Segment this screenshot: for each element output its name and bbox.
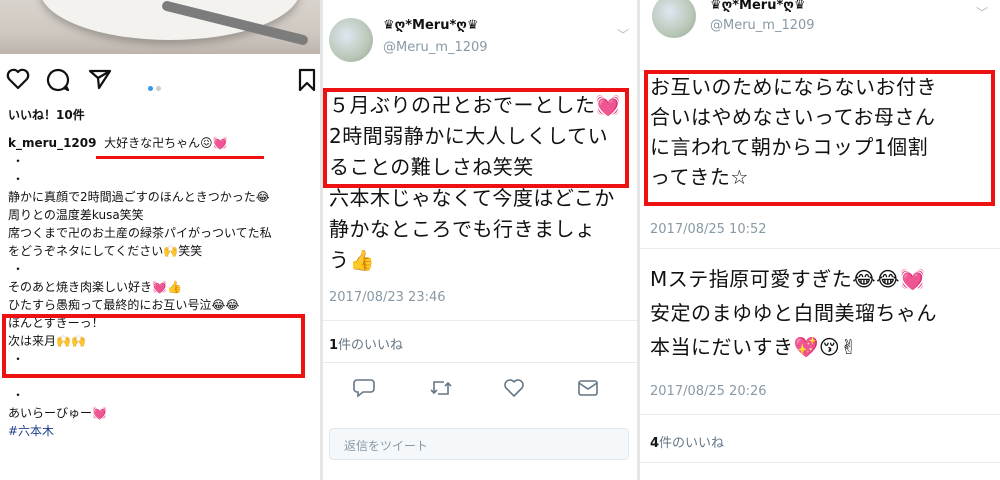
reply-placeholder: 返信をツイート xyxy=(344,439,429,453)
tweet-thread: ♛ღ*Meru*ღ♛ @Meru_m_1209 ﹀ お互いのためにならないお付き… xyxy=(640,0,1000,480)
divider xyxy=(323,362,637,363)
chevron-down-icon[interactable]: ﹀ xyxy=(976,4,988,21)
post-action-bar xyxy=(0,66,320,96)
tweet-line: Mステ指原可愛すぎた😂😂💓 xyxy=(650,267,926,291)
user-handle[interactable]: @Meru_m_1209 xyxy=(710,18,815,33)
like-count-number: 4 xyxy=(650,436,660,451)
bookmark-icon[interactable] xyxy=(298,68,316,92)
caption-line: ・ xyxy=(12,262,25,276)
heart-icon[interactable] xyxy=(6,68,30,90)
tweet-line: う👍 xyxy=(329,248,375,272)
avatar[interactable] xyxy=(652,0,696,38)
avatar[interactable] xyxy=(329,18,373,62)
caption-line: 静かに真顔で2時間過ごすのほんときつかった😂 xyxy=(8,190,270,204)
carousel-dots xyxy=(148,76,164,95)
like-count[interactable]: 4件のいいね xyxy=(650,432,724,451)
caption-line: ・ xyxy=(12,172,25,186)
caption-line: 席つくまで卍のお土産の緑茶パイがっついてた私 xyxy=(8,226,272,240)
divider xyxy=(640,248,1000,249)
like-count-label: 件のいいね xyxy=(659,436,725,451)
comment-icon[interactable] xyxy=(46,68,70,92)
highlight-box xyxy=(323,88,629,188)
user-handle[interactable]: @Meru_m_1209 xyxy=(383,40,488,55)
tweet-line: 安定のまゆゆと白間美瑠ちゃん xyxy=(650,301,937,325)
caption-line: そのあと焼き肉楽しい好き💓👍 xyxy=(8,280,182,294)
reply-input[interactable]: 返信をツイート xyxy=(329,428,629,460)
tweet-line: 本当にだいすき💖😚✌ xyxy=(650,335,858,359)
caption-line: をどうぞネタにしてください🙌笑笑 xyxy=(8,244,203,258)
divider xyxy=(640,462,1000,463)
hashtag-link[interactable]: #六本木 xyxy=(8,422,313,440)
like-count-number: 1 xyxy=(329,338,339,353)
reply-icon[interactable] xyxy=(353,378,375,398)
caption-line: ・ xyxy=(12,388,25,402)
highlight-box xyxy=(644,70,995,206)
caption-line: ・ xyxy=(12,154,25,168)
caption-line: k_meru_1209 大好きな卍ちゃん😖💓 xyxy=(8,134,313,152)
likes-count[interactable]: いいね！10件 xyxy=(8,106,85,123)
timestamp[interactable]: 2017/08/25 10:52 xyxy=(650,222,767,237)
tweet-line: 静かなところでも行きましょ xyxy=(329,217,596,241)
caption-line: ひたすら愚痴って最終的にお互い号泣😂😂 xyxy=(8,298,240,312)
display-name[interactable]: ♛ღ*Meru*ღ♛ xyxy=(710,0,806,13)
like-icon[interactable] xyxy=(503,378,525,398)
caption-line: 周りとの温度差kusa笑笑 xyxy=(8,208,144,222)
like-count[interactable]: 1件のいいね xyxy=(329,334,403,353)
timestamp[interactable]: 2017/08/23 23:46 xyxy=(329,290,446,305)
post-photo[interactable] xyxy=(0,0,320,54)
caption-line: あいらーびゅー💓 xyxy=(8,406,107,420)
divider xyxy=(640,414,1000,415)
highlight-underline xyxy=(96,156,264,159)
retweet-icon[interactable] xyxy=(429,378,453,398)
username[interactable]: k_meru_1209 xyxy=(8,136,96,150)
caption-text: 大好きな卍ちゃん😖💓 xyxy=(104,136,228,150)
post-caption: k_meru_1209 大好きな卍ちゃん😖💓 ・ ・ 静かに真顔で2時間過ごすの… xyxy=(8,134,313,440)
message-icon[interactable] xyxy=(577,378,599,398)
instagram-post: いいね！10件 k_meru_1209 大好きな卍ちゃん😖💓 ・ ・ 静かに真顔… xyxy=(0,0,320,480)
tweet-detail: ♛ღ*Meru*ღ♛ @Meru_m_1209 ﹀ ５月ぶりの卍とおでーとした💓… xyxy=(323,0,637,480)
timestamp[interactable]: 2017/08/25 20:26 xyxy=(650,384,767,399)
tweet-text: Mステ指原可愛すぎた😂😂💓 安定のまゆゆと白間美瑠ちゃん 本当にだいすき💖😚✌ xyxy=(650,262,995,364)
display-name[interactable]: ♛ღ*Meru*ღ♛ xyxy=(383,18,479,33)
highlight-box xyxy=(2,314,305,378)
share-icon[interactable] xyxy=(88,68,112,90)
like-count-label: 件のいいね xyxy=(338,338,404,353)
divider xyxy=(323,320,637,321)
chevron-down-icon[interactable]: ﹀ xyxy=(617,26,629,43)
